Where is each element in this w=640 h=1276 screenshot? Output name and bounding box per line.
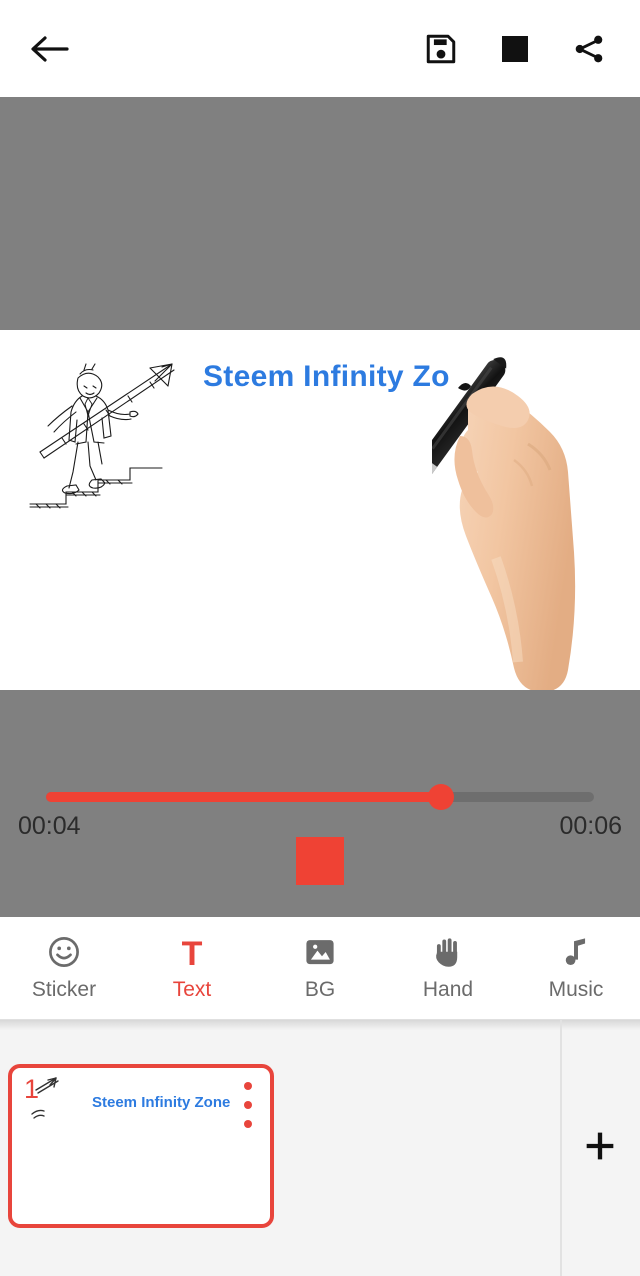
timeline-slider-thumb[interactable]: [427, 784, 454, 810]
strip-top-shadow: [0, 1020, 640, 1030]
music-note-icon: [565, 937, 586, 965]
slide-sketch-thumb: [31, 1077, 59, 1119]
businessman-climbing-stairs-arrow-sketch: [29, 363, 175, 509]
share-button[interactable]: [552, 0, 626, 97]
slide-strip: 1 Steem Infinity Zone: [0, 1020, 640, 1276]
share-icon: [575, 35, 603, 62]
total-time-label: 00:06: [559, 812, 622, 840]
text-icon-wrap: T: [181, 934, 203, 973]
plus-icon: [586, 1132, 614, 1160]
add-slide-button[interactable]: [560, 1064, 640, 1228]
text-T-icon: T: [181, 934, 203, 973]
top-app-bar: [0, 0, 640, 97]
menu-dot: [244, 1101, 252, 1109]
playback-timeline: 00:04 00:06: [0, 690, 640, 917]
tab-music-label: Music: [548, 977, 604, 1001]
current-time-label: 00:04: [18, 812, 81, 840]
whiteboard-animation-editor: Steem Infinity Zo 00:04 00:06 Sticker T …: [0, 0, 640, 1276]
image-icon: [306, 939, 334, 964]
tab-hand[interactable]: Hand: [384, 917, 512, 1019]
tool-tabs: Sticker T Text BG Hand Music: [0, 917, 640, 1020]
smiley-icon-wrap: [47, 935, 81, 969]
menu-dot: [244, 1082, 252, 1090]
slide-overflow-menu-button[interactable]: [238, 1082, 258, 1128]
smiley-icon: [49, 936, 79, 967]
hand-holding-marker: [432, 357, 576, 690]
tab-text[interactable]: T Text: [128, 917, 256, 1019]
save-floppy-icon: [426, 34, 456, 63]
hand-icon: [436, 937, 458, 967]
timeline-track-fill: [46, 792, 441, 802]
tab-sticker-label: Sticker: [31, 977, 97, 1001]
image-icon-wrap: [303, 935, 337, 969]
tab-hand-label: Hand: [422, 977, 474, 1001]
tab-sticker[interactable]: Sticker: [0, 917, 128, 1019]
save-button[interactable]: [404, 0, 478, 97]
slide-title-text: Steem Infinity Zone: [92, 1094, 231, 1111]
tab-bg-label: BG: [304, 977, 336, 1001]
music-icon-wrap: [559, 935, 593, 969]
stop-record-button[interactable]: [478, 0, 552, 97]
stop-playback-button[interactable]: [296, 837, 344, 885]
animation-canvas[interactable]: Steem Infinity Zo: [0, 330, 640, 690]
canvas-title-text[interactable]: Steem Infinity Zo: [203, 360, 450, 394]
tab-bg[interactable]: BG: [256, 917, 384, 1019]
stop-square-icon: [502, 35, 528, 62]
menu-dot: [244, 1120, 252, 1128]
slide-thumbnail-1[interactable]: 1 Steem Infinity Zone: [8, 1064, 274, 1228]
tab-text-label: Text: [172, 977, 212, 1001]
back-arrow-icon: [31, 35, 69, 62]
tab-music[interactable]: Music: [512, 917, 640, 1019]
timeline-slider[interactable]: [46, 784, 594, 810]
preview-stage[interactable]: Steem Infinity Zo 00:04 00:06: [0, 97, 640, 917]
hand-icon-wrap: [431, 935, 465, 969]
back-button[interactable]: [14, 0, 84, 97]
